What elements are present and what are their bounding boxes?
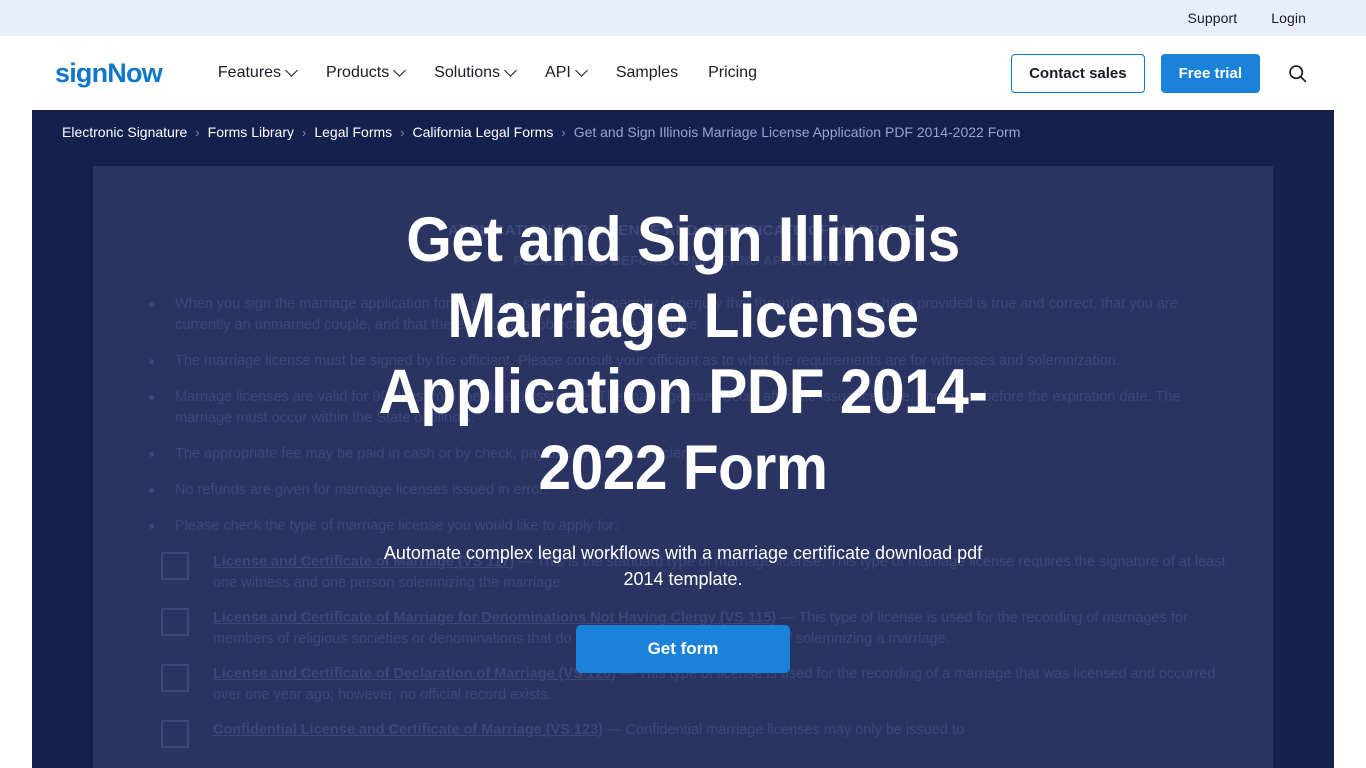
nav-label: Pricing: [708, 64, 757, 81]
support-link[interactable]: Support: [1188, 10, 1238, 26]
chevron-down-icon: [285, 63, 298, 77]
page-title: Get and Sign Illinois Marriage License A…: [378, 205, 988, 503]
nav-item-features[interactable]: Features: [217, 63, 298, 82]
nav-item-samples[interactable]: Samples: [616, 64, 678, 82]
chevron-down-icon: [574, 63, 588, 77]
nav-item-api[interactable]: API: [545, 63, 588, 82]
hero-dark-backdrop: Electronic Signature › Forms Library › L…: [32, 110, 1334, 768]
checkbox-icon: [161, 552, 189, 580]
hero-section: Electronic Signature › Forms Library › L…: [0, 110, 1366, 768]
chevron-down-icon: [393, 63, 407, 77]
document-link-label: Confidential License and Certificate of …: [213, 722, 603, 738]
list-item: Please check the type of marriage licens…: [137, 516, 1229, 537]
primary-nav: Features Products Solutions API Samples …: [217, 63, 757, 82]
free-trial-button[interactable]: Free trial: [1160, 53, 1260, 93]
nav-label: Features: [217, 64, 282, 81]
breadcrumb-separator-icon: ›: [561, 124, 566, 140]
nav-label: Samples: [615, 64, 679, 81]
signnow-logo[interactable]: signNow: [55, 59, 163, 87]
breadcrumb-item-california-legal-forms[interactable]: California Legal Forms: [413, 124, 554, 140]
main-header: signNow Features Products Solutions API …: [0, 36, 1366, 110]
search-icon: [1288, 64, 1306, 82]
breadcrumb: Electronic Signature › Forms Library › L…: [62, 124, 1020, 140]
breadcrumb-item-electronic-signature[interactable]: Electronic Signature: [62, 124, 187, 140]
document-link-label: License and Certificate of Declaration o…: [213, 666, 616, 682]
hero-subtitle: Automate complex legal workflows with a …: [383, 543, 983, 589]
nav-label: API: [545, 64, 571, 81]
login-link[interactable]: Login: [1271, 10, 1306, 26]
breadcrumb-item-current: Get and Sign Illinois Marriage License A…: [573, 124, 1021, 140]
breadcrumb-separator-icon: ›: [195, 124, 200, 140]
search-button[interactable]: [1282, 58, 1312, 88]
checkbox-icon: [161, 720, 189, 748]
nav-item-products[interactable]: Products: [326, 63, 407, 82]
nav-label: Products: [326, 64, 390, 81]
breadcrumb-item-legal-forms[interactable]: Legal Forms: [314, 124, 392, 140]
nav-label: Solutions: [434, 64, 501, 81]
breadcrumb-item-forms-library[interactable]: Forms Library: [208, 124, 294, 140]
document-link-label: License and Certificate of Marriage for …: [213, 610, 777, 626]
breadcrumb-separator-icon: ›: [302, 124, 307, 140]
contact-sales-button[interactable]: Contact sales: [1011, 53, 1145, 93]
checkbox-icon: [161, 608, 189, 636]
nav-item-pricing[interactable]: Pricing: [708, 64, 757, 82]
document-item-text: — Confidential marriage licenses may onl…: [603, 722, 965, 738]
header-actions: Contact sales Free trial: [1011, 53, 1312, 93]
checkbox-icon: [161, 664, 189, 692]
chevron-down-icon: [504, 63, 517, 77]
list-item: Confidential License and Certificate of …: [137, 720, 1229, 754]
get-form-button[interactable]: Get form: [576, 625, 790, 673]
breadcrumb-separator-icon: ›: [400, 124, 405, 140]
nav-item-solutions[interactable]: Solutions: [434, 63, 517, 82]
utility-bar: Support Login: [0, 0, 1366, 36]
